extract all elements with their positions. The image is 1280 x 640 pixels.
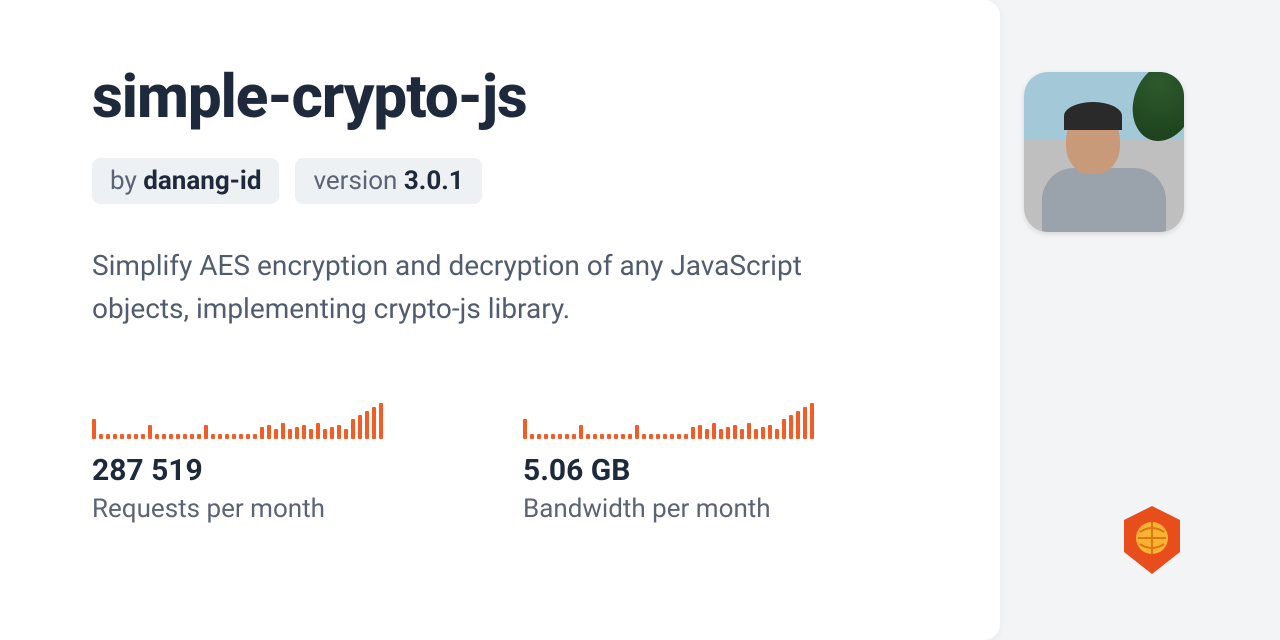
stats-row: 287 519 Requests per month 5.06 GB Bandw… <box>92 401 908 524</box>
bandwidth-sparkline <box>523 401 814 439</box>
author-avatar[interactable] <box>1024 72 1184 232</box>
author-name: danang-id <box>143 166 261 196</box>
requests-sparkline <box>92 401 383 439</box>
author-prefix: by <box>110 166 143 196</box>
requests-value: 287 519 <box>92 453 383 488</box>
requests-label: Requests per month <box>92 494 383 524</box>
bandwidth-stat: 5.06 GB Bandwidth per month <box>523 401 814 524</box>
version-value: 3.0.1 <box>404 166 464 196</box>
version-chip[interactable]: version 3.0.1 <box>295 158 481 204</box>
author-chip[interactable]: by danang-id <box>92 158 279 204</box>
package-title: simple-crypto-js <box>92 64 908 130</box>
package-card: simple-crypto-js by danang-id version 3.… <box>0 0 1000 640</box>
bandwidth-value: 5.06 GB <box>523 453 814 488</box>
requests-stat: 287 519 Requests per month <box>92 401 383 524</box>
version-prefix: version <box>313 166 403 196</box>
chip-row: by danang-id version 3.0.1 <box>92 158 908 204</box>
jsdelivr-logo-icon <box>1120 504 1184 576</box>
bandwidth-label: Bandwidth per month <box>523 494 814 524</box>
package-description: Simplify AES encryption and decryption o… <box>92 244 832 331</box>
